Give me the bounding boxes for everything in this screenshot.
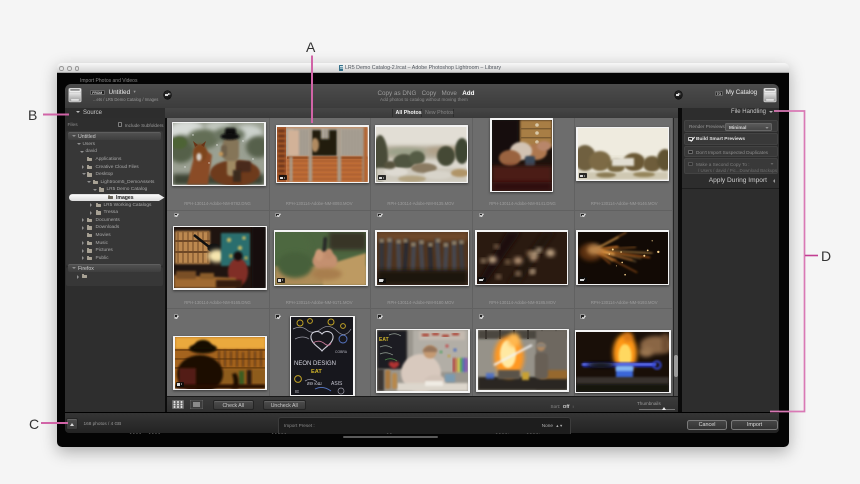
svg-text:ASIS: ASIS — [331, 381, 343, 387]
svg-text:EAT: EAT — [311, 369, 322, 375]
svg-text:EAT: EAT — [379, 337, 389, 343]
svg-text:NEON DESIGN: NEON DESIGN — [294, 361, 336, 367]
svg-text:COBRA: COBRA — [335, 350, 348, 354]
svg-text:ƵƟ юШ: ƵƟ юШ — [307, 381, 322, 386]
svg-text:IE: IE — [295, 389, 299, 394]
